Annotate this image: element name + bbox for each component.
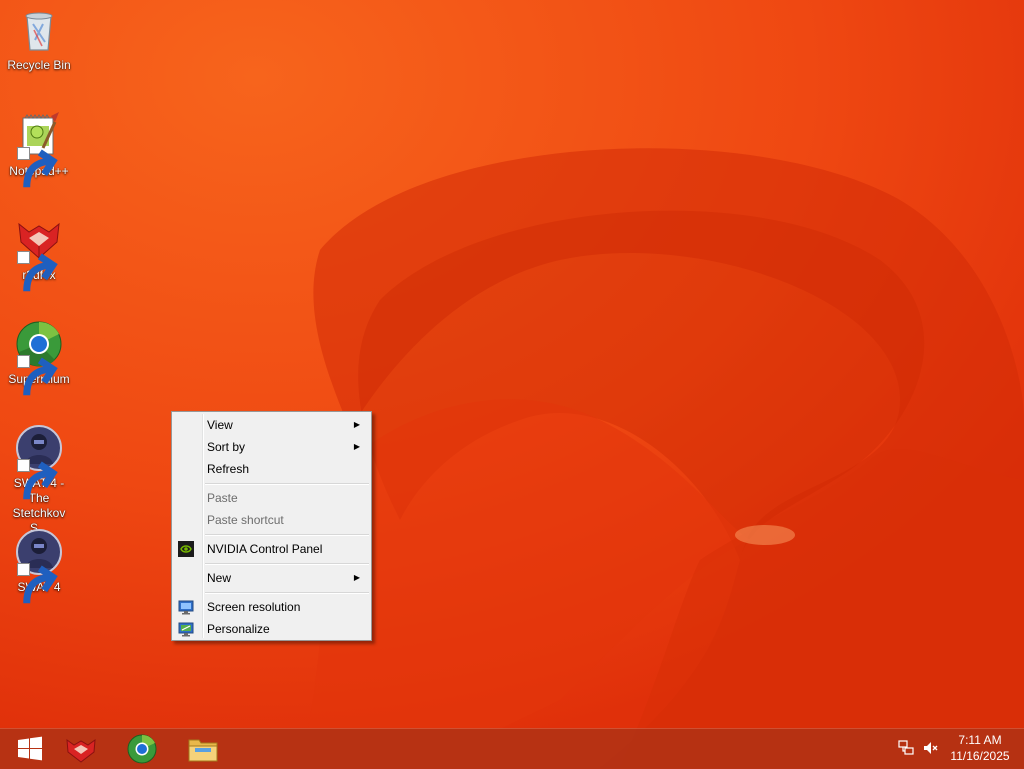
menu-item-view[interactable]: View ▶ (174, 414, 369, 436)
shortcut-arrow-icon (17, 355, 58, 396)
menu-item-label: Paste (207, 491, 238, 505)
windows-logo-icon (18, 736, 42, 761)
desktop-icon-recycle-bin[interactable]: Recycle Bin (0, 6, 78, 73)
supermium-icon (127, 734, 157, 764)
swat4-icon (15, 424, 63, 500)
desktop-icon-supermium[interactable]: Supermium (0, 320, 78, 396)
desktop-icon-label: Recycle Bin (7, 58, 71, 72)
shortcut-arrow-icon (17, 251, 58, 292)
r3dfox-icon (15, 216, 63, 292)
menu-item-label: Refresh (207, 462, 250, 476)
shortcut-arrow-icon (17, 563, 58, 604)
shortcut-arrow-icon (17, 459, 58, 500)
menu-separator (205, 563, 369, 565)
r3dfox-icon (66, 738, 96, 763)
desktop-icon-r3dfox[interactable]: r3dfox (0, 216, 78, 292)
menu-item-label: Personalize (207, 622, 270, 636)
network-icon[interactable] (898, 740, 914, 756)
menu-separator (205, 534, 369, 536)
submenu-arrow-icon: ▶ (353, 442, 360, 451)
desktop-context-menu: View ▶ Sort by ▶ Refresh Paste Paste sho… (171, 411, 372, 641)
volume-muted-icon[interactable] (922, 740, 938, 756)
menu-item-refresh[interactable]: Refresh (174, 458, 369, 480)
menu-item-label: Screen resolution (207, 600, 301, 614)
monitor-icon (178, 599, 194, 615)
menu-item-sort-by[interactable]: Sort by ▶ (174, 436, 369, 458)
menu-item-new[interactable]: New ▶ (174, 567, 369, 589)
desktop-icon-notepad-plus-plus[interactable]: Notepad++ (0, 112, 78, 188)
file-explorer-taskbar-button[interactable] (173, 729, 233, 769)
personalize-icon (178, 621, 194, 637)
menu-item-label: New (207, 571, 232, 585)
r3dfox-taskbar-button[interactable] (51, 729, 111, 769)
menu-item-nvidia-control-panel[interactable]: NVIDIA Control Panel (174, 538, 369, 560)
menu-item-label: NVIDIA Control Panel (207, 542, 323, 556)
menu-item-screen-resolution[interactable]: Screen resolution (174, 596, 369, 618)
supermium-icon (15, 320, 63, 396)
menu-separator (205, 592, 369, 594)
notepad-plus-plus-icon (15, 112, 63, 188)
system-clock[interactable]: 7:11 AM 11/16/2025 (944, 732, 1016, 764)
submenu-arrow-icon: ▶ (353, 573, 360, 582)
menu-separator (205, 483, 369, 485)
menu-item-personalize[interactable]: Personalize (174, 618, 369, 640)
menu-item-label: View (207, 418, 233, 432)
desktop-icon-swat4-stetchkov[interactable]: SWAT 4 - The Stetchkov S... (0, 424, 78, 536)
nvidia-icon (178, 541, 194, 557)
menu-item-paste-shortcut[interactable]: Paste shortcut (174, 509, 369, 531)
menu-item-label: Paste shortcut (207, 513, 284, 527)
menu-item-label: Sort by (207, 440, 246, 454)
supermium-taskbar-button[interactable] (112, 729, 172, 769)
swat4-icon (15, 528, 63, 604)
menu-item-paste[interactable]: Paste (174, 487, 369, 509)
desktop-wallpaper[interactable] (0, 0, 1024, 768)
shortcut-arrow-icon (17, 147, 58, 188)
taskbar (0, 728, 1024, 769)
clock-time: 7:11 AM (958, 733, 1002, 747)
folder-icon (188, 739, 218, 762)
clock-date: 11/16/2025 (950, 749, 1010, 763)
recycle-bin-icon (15, 6, 63, 54)
desktop-icon-swat4[interactable]: SWAT 4 (0, 528, 78, 604)
submenu-arrow-icon: ▶ (353, 420, 360, 429)
